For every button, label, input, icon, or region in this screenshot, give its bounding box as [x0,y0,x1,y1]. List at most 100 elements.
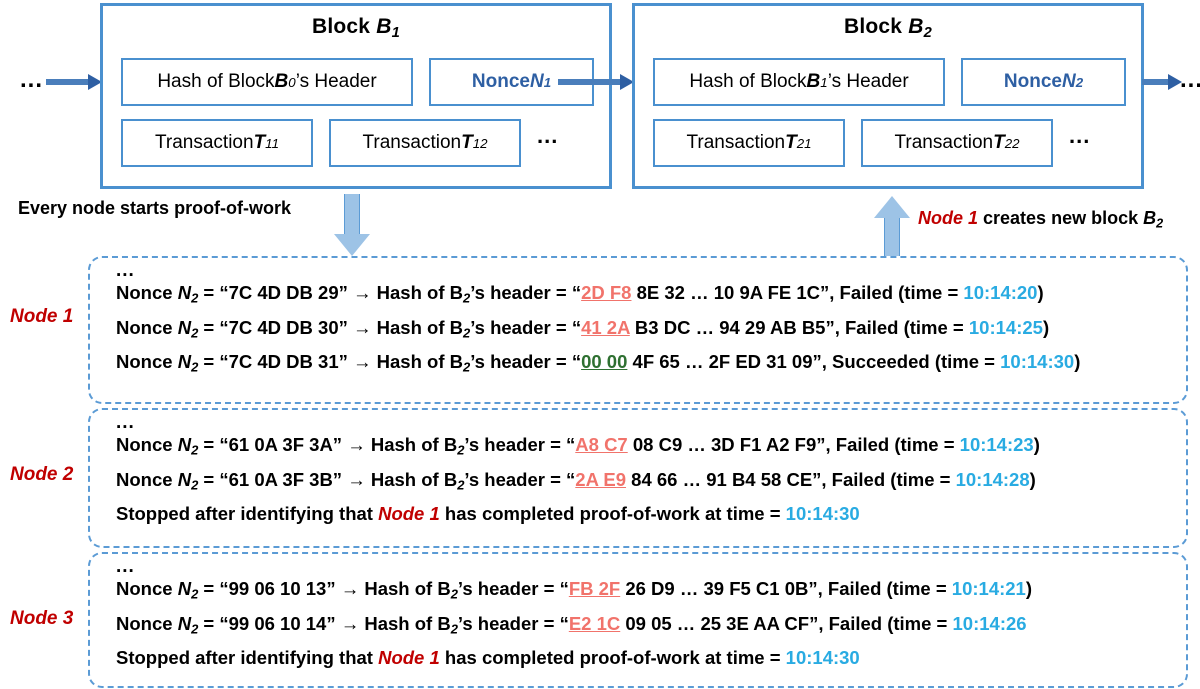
result-text: , Failed (time = [829,282,964,303]
nonce-value: “7C 4D DB 30” [219,316,348,338]
hash-label: Hash of B [371,351,463,373]
block-b2-header-row: Hash of Block B 1’s Header Nonce N2 [653,58,1126,106]
nonce-label: Nonce [116,578,178,599]
block-b1: Block B1 Hash of Block B 0’s Header Nonce… [100,3,612,189]
node-1-log-panel: ... Nonce N2 = “7C 4D DB 29” → Hash of B… [88,256,1188,404]
equals: = [198,434,220,455]
hash-tail: 84 66 … 91 B4 58 CE” [626,468,822,490]
block-b1-title: Block B1 [312,15,400,42]
hash-prefix-failed: 2D F8 [581,282,632,303]
block-b2-transaction-2: Transaction T 22 [861,119,1053,167]
equals: = [198,282,220,303]
up-arrow-icon [874,196,910,258]
equals: = [198,612,220,634]
result-text: , Failed (time = [821,468,956,490]
right-arrow-icon: → [347,316,372,338]
result-text: , Failed (time = [818,612,953,634]
down-arrow-icon [334,194,370,256]
timestamp: 10:14:30 [785,647,860,669]
right-arrow-icon: → [347,282,372,303]
open-quote: “ [571,282,582,303]
chain-arrow-b1-to-b2 [558,74,634,90]
nonce-value: “61 0A 3F 3B” [219,468,343,490]
timestamp: 10:14:21 [951,578,1026,599]
log-line-attempt: Nonce N2 = “7C 4D DB 30” → Hash of B2’s … [116,313,1186,348]
timestamp: 10:14:26 [952,612,1027,634]
hash-prefix-failed: 41 2A [581,316,630,338]
hash-label: Hash of B [365,434,458,455]
hash-prefix-failed: 2A E9 [575,468,627,490]
hash-label-tail: ’s header = [464,468,567,490]
hash-prefix-failed: A8 C7 [575,434,628,455]
block-b1-transactions-row: Transaction T 11 Transaction T 12 ... [121,119,591,167]
log-line-attempt: Nonce N2 = “7C 4D DB 29” → Hash of B2’s … [116,278,1186,313]
log-line-attempt: Nonce N2 = “99 06 10 13” → Hash of B2’s … [116,574,1186,609]
nonce-var: N [177,351,192,373]
block-b2-title: Block B2 [844,15,932,42]
hash-subscript: 2 [450,621,458,637]
timestamp: 10:14:28 [955,468,1030,490]
stopped-middle: has completed proof-of-work at time = [439,503,786,525]
label-every-node-starts-pow: Every node starts proof-of-work [18,198,292,218]
block-b2-transactions-row: Transaction T 21 Transaction T 22 ... [653,119,1123,167]
equals: = [198,468,220,490]
hash-label: Hash of B [371,316,463,338]
open-quote: “ [566,468,576,490]
hash-tail: 09 05 … 25 3E AA CF” [620,612,819,634]
stopped-node-name: Node 1 [378,647,440,669]
stopped-prefix: Stopped after identifying that [116,503,379,525]
open-quote: “ [571,316,582,338]
label-node-name: Node 1 [918,208,979,228]
hash-label: Hash of B [365,468,458,490]
equals: = [198,578,220,599]
close-paren: ) [1037,282,1044,303]
node-3-label: Node 3 [10,608,74,629]
open-quote: “ [571,351,582,373]
hash-label-tail: ’s header = [470,282,572,303]
timestamp: 10:14:30 [785,503,860,525]
node-3-ellipsis: ... [116,556,135,577]
block-b2-transactions-ellipsis: ... [1069,123,1091,148]
arrow-shaft [1142,79,1170,85]
nonce-label: Nonce [116,316,178,338]
hash-label-tail: ’s header = [457,578,560,599]
block-b1-transactions-ellipsis: ... [537,123,559,148]
hash-prefix-success: 00 00 [581,351,628,373]
node-2-log-lines: Nonce N2 = “61 0A 3F 3A” → Hash of B2’s … [116,430,1186,528]
nonce-label: Nonce [116,434,178,455]
hash-label-tail: ’s header = [457,612,560,634]
chain-left-ellipsis: ... [20,66,44,93]
timestamp: 10:14:23 [959,434,1034,455]
block-b2-transaction-1: Transaction T 21 [653,119,845,167]
arrow-head [874,196,910,218]
stopped-middle: has completed proof-of-work at time = [439,647,786,669]
hash-label: Hash of B [359,612,451,634]
arrow-shaft [344,194,360,234]
timestamp: 10:14:30 [1000,351,1075,373]
hash-label-tail: ’s header = [470,351,572,373]
nonce-var: N [177,316,192,338]
block-b2-prev-hash-cell: Hash of Block B 1’s Header [653,58,945,106]
equals: = [198,351,220,373]
hash-tail: 08 C9 … 3D F1 A2 F9” [627,434,826,455]
node-1-log-lines: Nonce N2 = “7C 4D DB 29” → Hash of B2’s … [116,278,1186,382]
hash-prefix-failed: E2 1C [568,612,621,634]
node-2-log-panel: ... Nonce N2 = “61 0A 3F 3A” → Hash of B… [88,408,1188,548]
nonce-label: Nonce [116,468,178,490]
close-paren: ) [1033,434,1040,455]
right-arrow-icon: → [347,351,372,373]
node-2-label: Node 2 [10,464,74,485]
node-3-log-lines: Nonce N2 = “99 06 10 13” → Hash of B2’s … [116,574,1186,672]
timestamp: 10:14:25 [968,316,1043,338]
hash-label: Hash of B [359,578,451,599]
right-arrow-icon: → [342,434,366,455]
nonce-label: Nonce [116,282,178,303]
node-1-ellipsis: ... [116,260,135,281]
nonce-var: N [177,468,192,490]
nonce-value: “61 0A 3F 3A” [219,434,343,455]
close-paren: ) [1025,578,1033,599]
open-quote: “ [566,434,576,455]
chain-arrow-out-of-block-2 [1142,74,1182,90]
arrow-shaft [558,79,622,85]
hash-subscript: 2 [450,586,458,602]
